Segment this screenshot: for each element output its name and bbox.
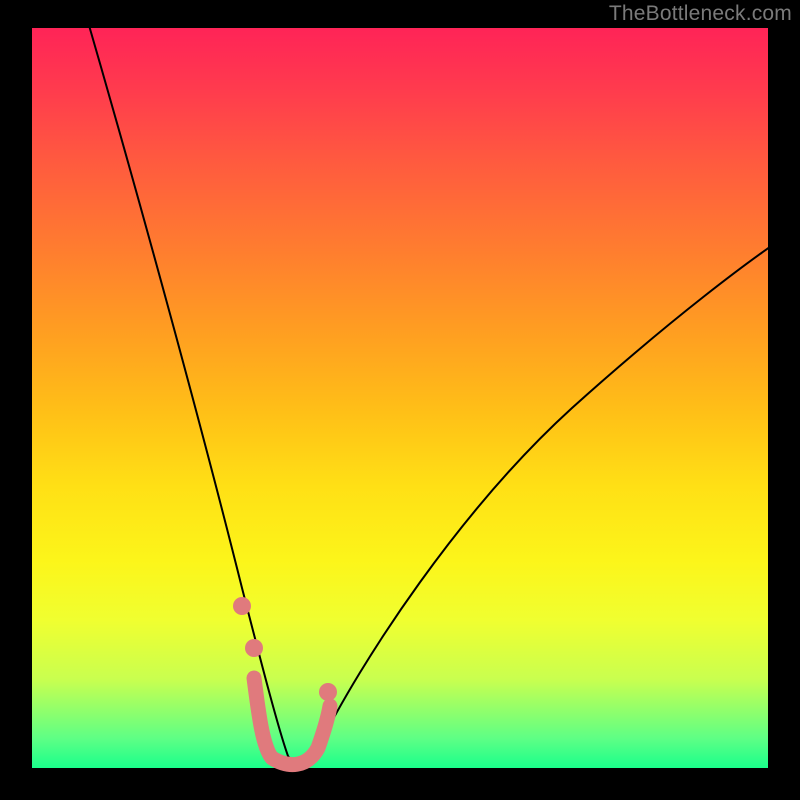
highlight-dot-2 xyxy=(245,639,263,657)
highlight-dot-3 xyxy=(319,683,337,701)
highlight-minimum xyxy=(254,678,330,765)
plot-area xyxy=(32,28,768,768)
chart-frame: TheBottleneck.com xyxy=(0,0,800,800)
watermark-text: TheBottleneck.com xyxy=(609,2,792,26)
chart-svg xyxy=(32,28,768,768)
bottleneck-curve xyxy=(84,8,792,763)
highlight-dot-1 xyxy=(233,597,251,615)
